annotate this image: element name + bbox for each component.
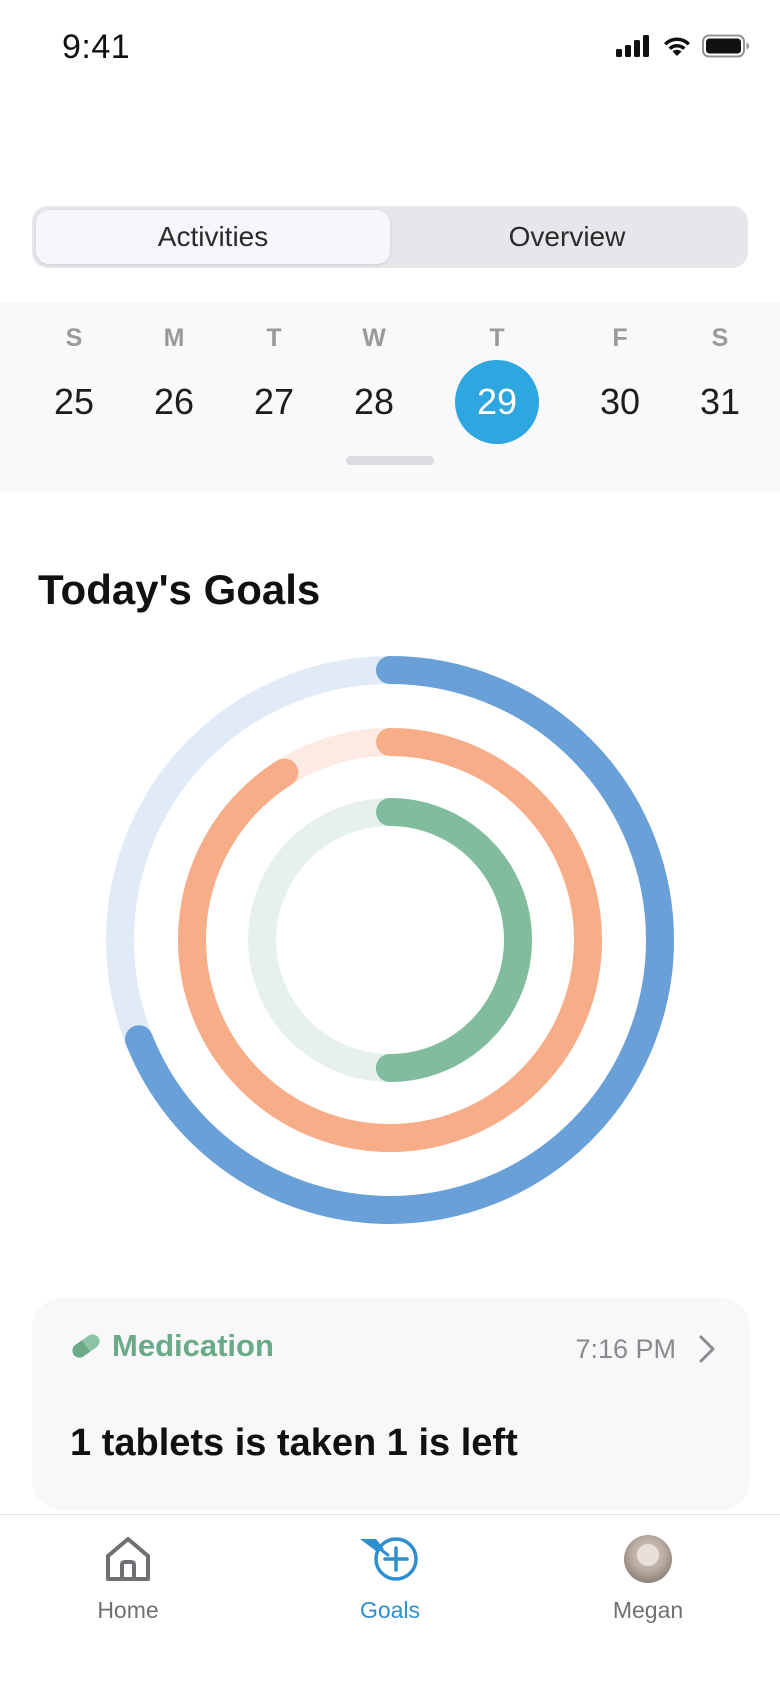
tab-home[interactable]: Home xyxy=(48,1531,208,1624)
pill-icon xyxy=(72,1334,100,1358)
medication-title: Medication xyxy=(112,1328,274,1363)
signal-icon xyxy=(616,35,649,57)
day-number: 31 xyxy=(699,381,741,422)
battery-icon xyxy=(702,34,749,58)
avatar xyxy=(624,1535,672,1583)
wifi-icon xyxy=(664,37,690,56)
chevron-right-icon xyxy=(699,1335,715,1363)
day-number: 26 xyxy=(153,381,195,422)
goal-rings xyxy=(106,656,674,1224)
medication-header: Medication xyxy=(68,1328,274,1364)
tab-profile[interactable]: Megan xyxy=(568,1531,728,1624)
day-number: 29 xyxy=(455,360,539,444)
medication-time: 7:16 PM xyxy=(575,1334,676,1364)
day-letter: F xyxy=(612,324,628,352)
medication-status: 1 tablets is taken 1 is left xyxy=(70,1422,518,1464)
activities-overview-switch: Activities Overview xyxy=(32,206,748,268)
status-time: 9:41 xyxy=(62,28,131,66)
day-letter: S xyxy=(65,324,83,352)
tab-goals-label: Goals xyxy=(359,1597,421,1623)
day-number: 27 xyxy=(253,381,295,422)
medication-card[interactable]: Medication 7:16 PM 1 tablets is taken 1 … xyxy=(32,1298,750,1510)
day-number: 30 xyxy=(599,381,641,422)
goals-icon xyxy=(360,1537,418,1581)
tab-overview[interactable]: Overview xyxy=(390,210,744,264)
day-letter: W xyxy=(362,324,386,352)
day-letter: M xyxy=(163,324,185,352)
day-letter: T xyxy=(266,324,282,352)
week-strip: S 25 M 26 T 27 W 28 T 29 F 30 S 31 xyxy=(0,302,780,492)
home-icon xyxy=(106,1537,150,1581)
status-bar: 9:41 xyxy=(0,0,780,100)
day-letter: S xyxy=(711,324,729,352)
day-number: 28 xyxy=(353,381,395,422)
tab-profile-label: Megan xyxy=(612,1597,684,1623)
tab-bar: Home Goals Megan xyxy=(0,1514,780,1689)
tab-home-label: Home xyxy=(97,1597,159,1623)
tab-goals[interactable]: Goals xyxy=(310,1531,470,1624)
tab-activities[interactable]: Activities xyxy=(36,210,390,264)
drag-handle[interactable] xyxy=(346,456,434,465)
day-number: 25 xyxy=(53,381,95,422)
status-icons xyxy=(616,34,750,58)
day-letter: T xyxy=(489,324,505,352)
page-title: Today's Goals xyxy=(38,566,321,613)
